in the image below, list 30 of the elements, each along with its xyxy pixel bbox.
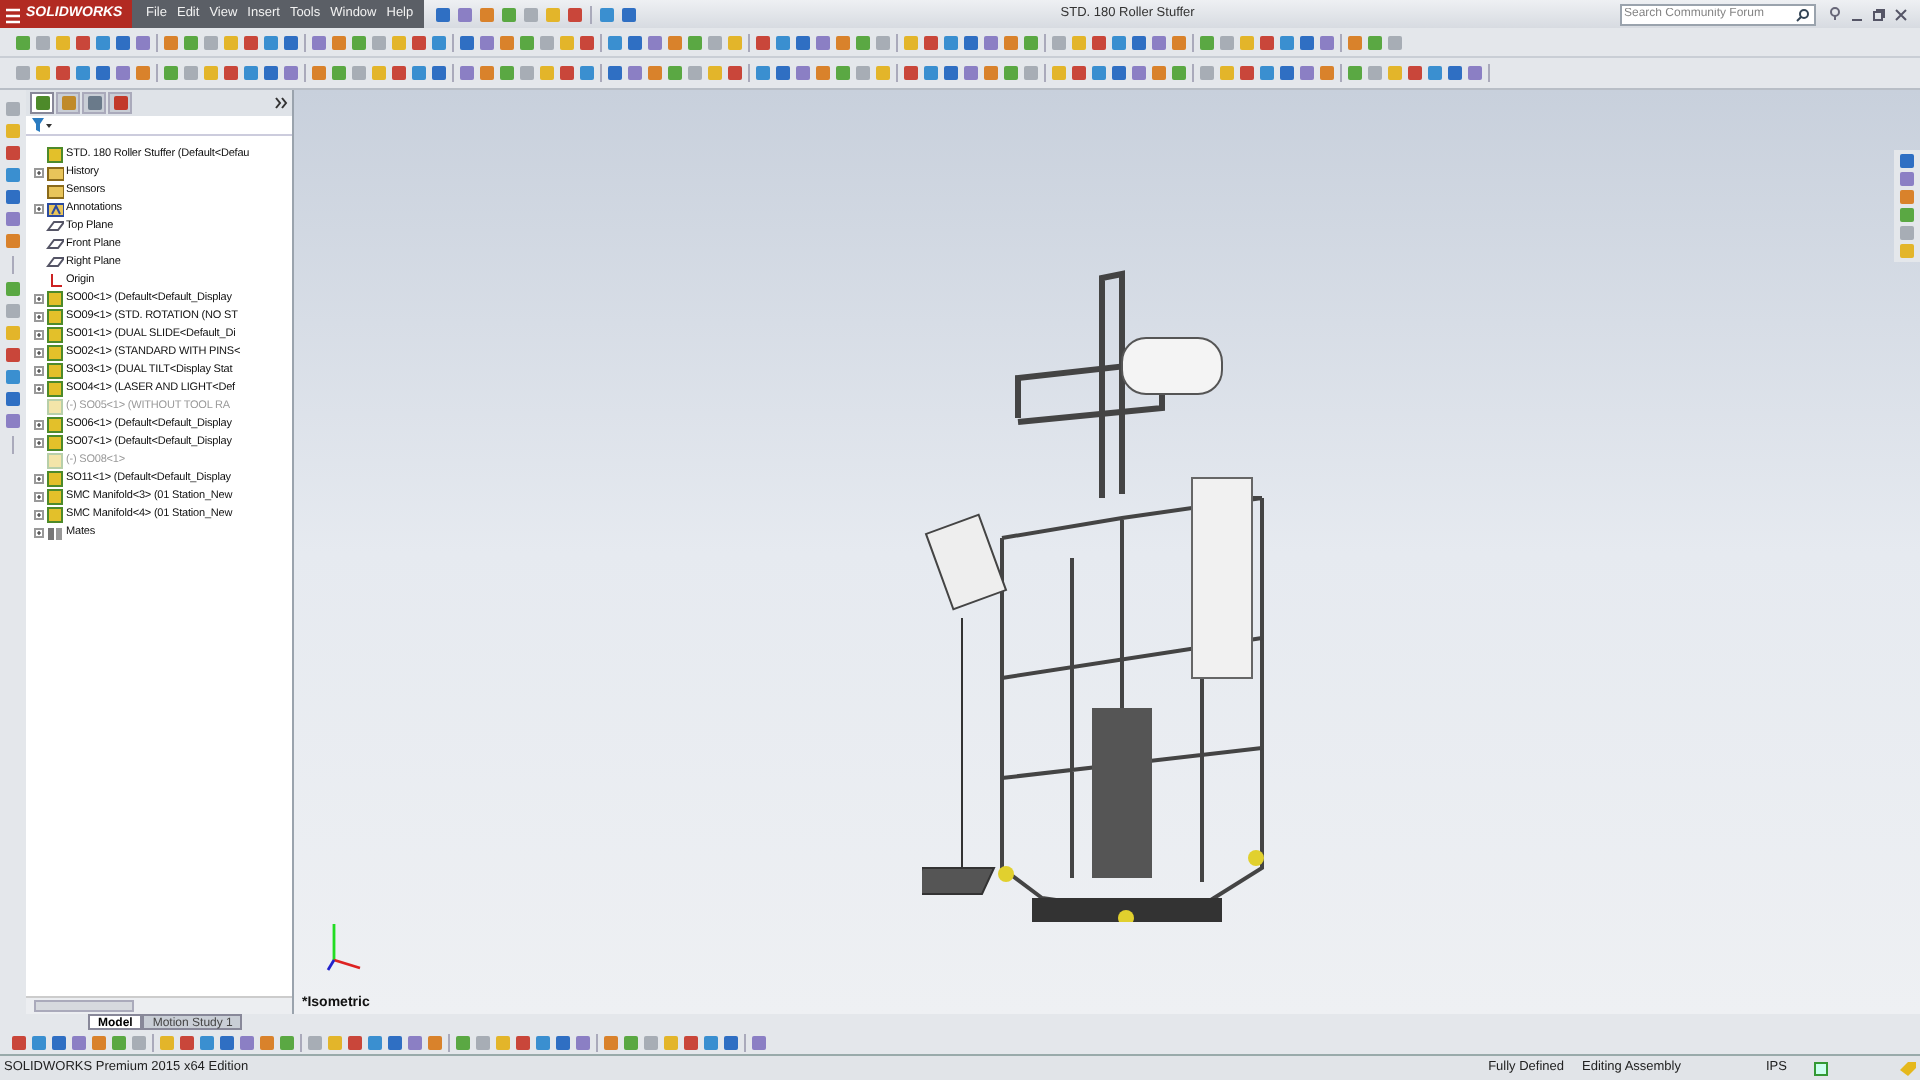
expand-icon[interactable] (33, 528, 43, 538)
panel-tab[interactable] (82, 92, 106, 114)
search-icon[interactable] (1796, 7, 1810, 21)
folder-icon (46, 182, 64, 200)
expand-icon[interactable] (33, 168, 43, 178)
tag-icon[interactable] (1900, 1061, 1916, 1075)
close-icon[interactable] (1894, 7, 1908, 21)
expand-icon[interactable] (33, 294, 43, 304)
expand-icon[interactable] (33, 474, 43, 484)
expand-icon[interactable] (33, 204, 43, 214)
panel-tab[interactable] (108, 92, 132, 114)
annotation-icon (46, 200, 64, 218)
expand-icon[interactable] (33, 312, 43, 322)
origin-icon (46, 272, 64, 290)
mates-icon (46, 524, 64, 542)
expand-icon[interactable] (33, 366, 43, 376)
panel-tab[interactable] (30, 92, 54, 114)
expand-icon[interactable] (33, 492, 43, 502)
expand-icon[interactable] (274, 96, 288, 110)
expand-icon[interactable] (33, 438, 43, 448)
scrollbar[interactable] (34, 1000, 134, 1012)
expand-icon[interactable] (33, 510, 43, 520)
expand-icon[interactable] (33, 420, 43, 430)
axis-triad-icon (326, 920, 362, 972)
restore-icon[interactable] (1872, 7, 1886, 21)
expand-icon[interactable] (33, 348, 43, 358)
assembly-icon (46, 146, 64, 164)
expand-icon[interactable] (33, 384, 43, 394)
filter-icon[interactable] (32, 118, 52, 132)
expand-icon[interactable] (33, 330, 43, 340)
